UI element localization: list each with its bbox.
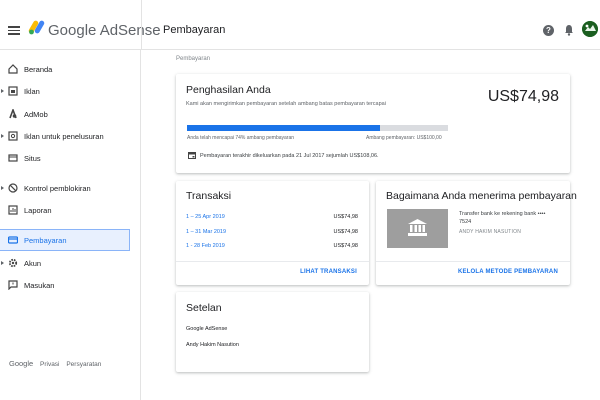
chevron-right-icon[interactable] <box>1 89 4 93</box>
avatar[interactable] <box>582 21 598 37</box>
chevron-right-icon[interactable] <box>1 186 4 190</box>
transaction-amount: US$74,98 <box>333 243 358 249</box>
sidebar-item-iklan[interactable]: Iklan <box>0 80 130 102</box>
payments-icon <box>8 236 18 244</box>
sidebar-footer: Google Privasi Persyaratan <box>9 359 106 368</box>
reports-icon <box>8 205 18 215</box>
card-divider <box>176 261 369 262</box>
transactions-card: Transaksi 1 – 25 Apr 2019 US$74,98 1 – 3… <box>176 181 369 285</box>
sidebar-item-label: Iklan <box>24 87 40 96</box>
sidebar-item-admob[interactable]: AdMob <box>0 103 130 125</box>
terms-link[interactable]: Persyaratan <box>66 361 101 368</box>
search-ads-icon <box>8 131 18 141</box>
progress-left-label: Anda telah mencapai 74% ambang pembayara… <box>187 135 295 141</box>
admob-icon <box>9 109 17 119</box>
transactions-title: Transaksi <box>186 190 232 202</box>
card-divider <box>376 261 570 262</box>
sidebar-item-label: AdMob <box>24 110 48 119</box>
sites-icon <box>8 154 18 162</box>
view-transactions-button[interactable]: LIHAT TRANSAKSI <box>300 269 357 275</box>
manage-payment-methods-button[interactable]: KELOLA METODE PEMBAYARAN <box>458 269 558 275</box>
settings-product: Google AdSense <box>186 326 228 332</box>
earnings-amount: US$74,98 <box>487 88 559 105</box>
sidebar-item-beranda[interactable]: Beranda <box>0 58 130 80</box>
settings-card: Setelan Google AdSense Andy Hakim Nasuti… <box>176 292 369 372</box>
top-app-bar: Google AdSense Pembayaran ? <box>0 0 600 50</box>
sidebar-item-label: Situs <box>24 154 41 163</box>
sidebar-item-akun[interactable]: Akun <box>0 252 130 274</box>
page-title: Pembayaran <box>163 24 226 36</box>
chevron-right-icon[interactable] <box>1 261 4 265</box>
breadcrumb: Pembayaran <box>176 56 211 62</box>
payment-method-title: Bagaimana Anda menerima pembayaran <box>386 190 577 202</box>
transaction-amount: US$74,98 <box>333 229 358 235</box>
bank-icon <box>408 219 427 236</box>
last-payment-text: Pembayaran terakhir dikeluarkan pada 21 … <box>200 153 379 159</box>
calendar-icon <box>188 152 196 159</box>
sidebar-item-label: Iklan untuk penelusuran <box>24 132 104 141</box>
ads-icon <box>8 86 18 96</box>
brand-name[interactable]: Google AdSense <box>48 22 161 39</box>
earnings-subtitle: Kami akan mengirimkan pembayaran setelah… <box>186 101 386 107</box>
menu-icon[interactable] <box>8 26 20 35</box>
payment-method-card: Bagaimana Anda menerima pembayaran Trans… <box>376 181 577 285</box>
help-icon[interactable]: ? <box>543 25 554 36</box>
bank-tile <box>387 209 448 248</box>
google-footer-logo: Google <box>9 359 34 368</box>
transaction-amount: US$74,98 <box>333 214 358 220</box>
transaction-date-link[interactable]: 1 – 31 Mar 2019 <box>186 229 226 235</box>
sidebar-item-kontrol-pemblokiran[interactable]: Kontrol pemblokiran <box>0 177 130 199</box>
chevron-right-icon[interactable] <box>1 134 4 138</box>
sidebar-item-label: Beranda <box>24 65 53 74</box>
sidebar-item-label: Laporan <box>24 206 52 215</box>
settings-title: Setelan <box>186 302 222 314</box>
settings-account-name: Andy Hakim Nasution <box>186 342 239 348</box>
home-icon <box>8 64 18 74</box>
bell-icon[interactable] <box>564 24 574 36</box>
sidebar-item-label: Masukan <box>24 281 55 290</box>
gear-icon <box>8 258 18 268</box>
privacy-link[interactable]: Privasi <box>40 361 60 368</box>
sidebar: Beranda Iklan AdMob Iklan untuk penelusu… <box>0 50 141 400</box>
payment-method-line1: Transfer bank ke rekening bank •••• <box>459 211 546 217</box>
sidebar-item-iklan-penelusuran[interactable]: Iklan untuk penelusuran <box>0 125 130 147</box>
header-divider <box>141 0 142 50</box>
adsense-logo-icon[interactable] <box>28 19 45 35</box>
progress-fill <box>187 125 381 131</box>
payment-threshold-progress <box>187 125 448 131</box>
sidebar-item-label: Pembayaran <box>24 236 67 245</box>
sidebar-item-label: Kontrol pemblokiran <box>24 184 91 193</box>
earnings-title: Penghasilan Anda <box>186 84 271 96</box>
earnings-card: Penghasilan Anda Kami akan mengirimkan p… <box>176 74 570 173</box>
transaction-date-link[interactable]: 1 – 25 Apr 2019 <box>186 214 225 220</box>
feedback-icon <box>8 280 18 290</box>
sidebar-item-label: Akun <box>24 259 42 268</box>
progress-right-label: Ambang pembayaran: US$100,00 <box>366 135 442 141</box>
block-icon <box>8 183 18 193</box>
sidebar-item-pembayaran[interactable]: Pembayaran <box>0 229 130 251</box>
account-holder-name: ANDY HAKIM NASUTION <box>459 229 522 235</box>
sidebar-item-situs[interactable]: Situs <box>0 147 130 169</box>
payment-method-line2: 7524 <box>459 219 472 225</box>
sidebar-item-laporan[interactable]: Laporan <box>0 199 130 221</box>
transaction-date-link[interactable]: 1 - 28 Feb 2019 <box>186 243 225 249</box>
sidebar-item-masukan[interactable]: Masukan <box>0 274 130 296</box>
